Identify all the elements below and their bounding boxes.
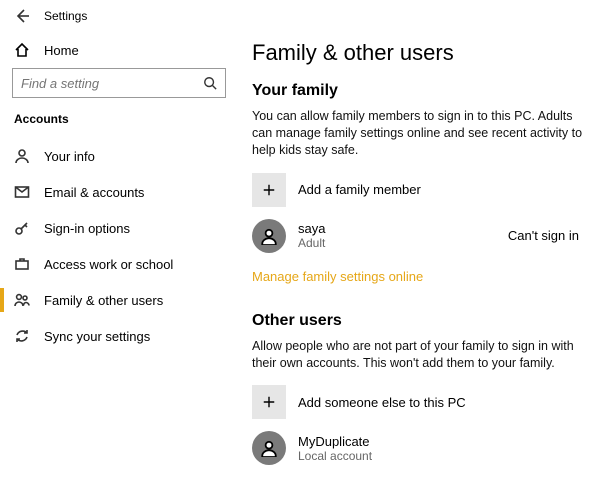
family-member[interactable]: saya Adult Can't sign in bbox=[252, 219, 585, 253]
avatar-icon bbox=[252, 219, 286, 253]
member-name: saya bbox=[298, 221, 325, 236]
main-content: Family & other users Your family You can… bbox=[238, 32, 607, 477]
sidebar-item-your-info[interactable]: Your info bbox=[0, 138, 238, 174]
add-family-member[interactable]: Add a family member bbox=[252, 173, 585, 207]
sidebar-item-label: Access work or school bbox=[44, 257, 173, 272]
family-heading: Your family bbox=[252, 82, 585, 100]
member-role: Adult bbox=[298, 236, 325, 250]
home-icon bbox=[14, 42, 30, 58]
mail-icon bbox=[14, 184, 30, 200]
sidebar-item-label: Sync your settings bbox=[44, 329, 150, 344]
sidebar-item-sync[interactable]: Sync your settings bbox=[0, 318, 238, 354]
home-label: Home bbox=[44, 43, 79, 58]
sidebar-item-label: Email & accounts bbox=[44, 185, 144, 200]
plus-icon bbox=[252, 173, 286, 207]
add-other-user[interactable]: Add someone else to this PC bbox=[252, 385, 585, 419]
search-input-wrap[interactable] bbox=[12, 68, 226, 98]
family-description: You can allow family members to sign in … bbox=[252, 108, 585, 159]
search-input[interactable] bbox=[13, 69, 225, 97]
back-icon[interactable] bbox=[14, 8, 30, 24]
page-title: Family & other users bbox=[252, 40, 585, 66]
sidebar-item-label: Family & other users bbox=[44, 293, 163, 308]
add-family-label: Add a family member bbox=[298, 182, 421, 197]
briefcase-icon bbox=[14, 256, 30, 272]
key-icon bbox=[14, 220, 30, 236]
sidebar-item-work-school[interactable]: Access work or school bbox=[0, 246, 238, 282]
other-user-type: Local account bbox=[298, 449, 372, 463]
people-icon bbox=[14, 292, 30, 308]
add-other-label: Add someone else to this PC bbox=[298, 395, 466, 410]
avatar-icon bbox=[252, 431, 286, 465]
user-icon bbox=[14, 148, 30, 164]
sidebar: Home Accounts Your info Email & accounts bbox=[0, 32, 238, 477]
sidebar-item-signin[interactable]: Sign-in options bbox=[0, 210, 238, 246]
sidebar-item-family[interactable]: Family & other users bbox=[0, 282, 238, 318]
manage-family-link[interactable]: Manage family settings online bbox=[252, 269, 423, 284]
other-user[interactable]: MyDuplicate Local account bbox=[252, 431, 585, 465]
member-status: Can't sign in bbox=[508, 228, 585, 243]
sidebar-item-email[interactable]: Email & accounts bbox=[0, 174, 238, 210]
sync-icon bbox=[14, 328, 30, 344]
plus-icon bbox=[252, 385, 286, 419]
section-label: Accounts bbox=[0, 108, 238, 138]
other-users-heading: Other users bbox=[252, 312, 585, 330]
sidebar-home[interactable]: Home bbox=[0, 38, 238, 66]
sidebar-item-label: Your info bbox=[44, 149, 95, 164]
other-user-name: MyDuplicate bbox=[298, 434, 372, 449]
sidebar-item-label: Sign-in options bbox=[44, 221, 130, 236]
other-users-description: Allow people who are not part of your fa… bbox=[252, 338, 585, 372]
window-title: Settings bbox=[44, 9, 87, 23]
search-icon bbox=[203, 76, 217, 90]
